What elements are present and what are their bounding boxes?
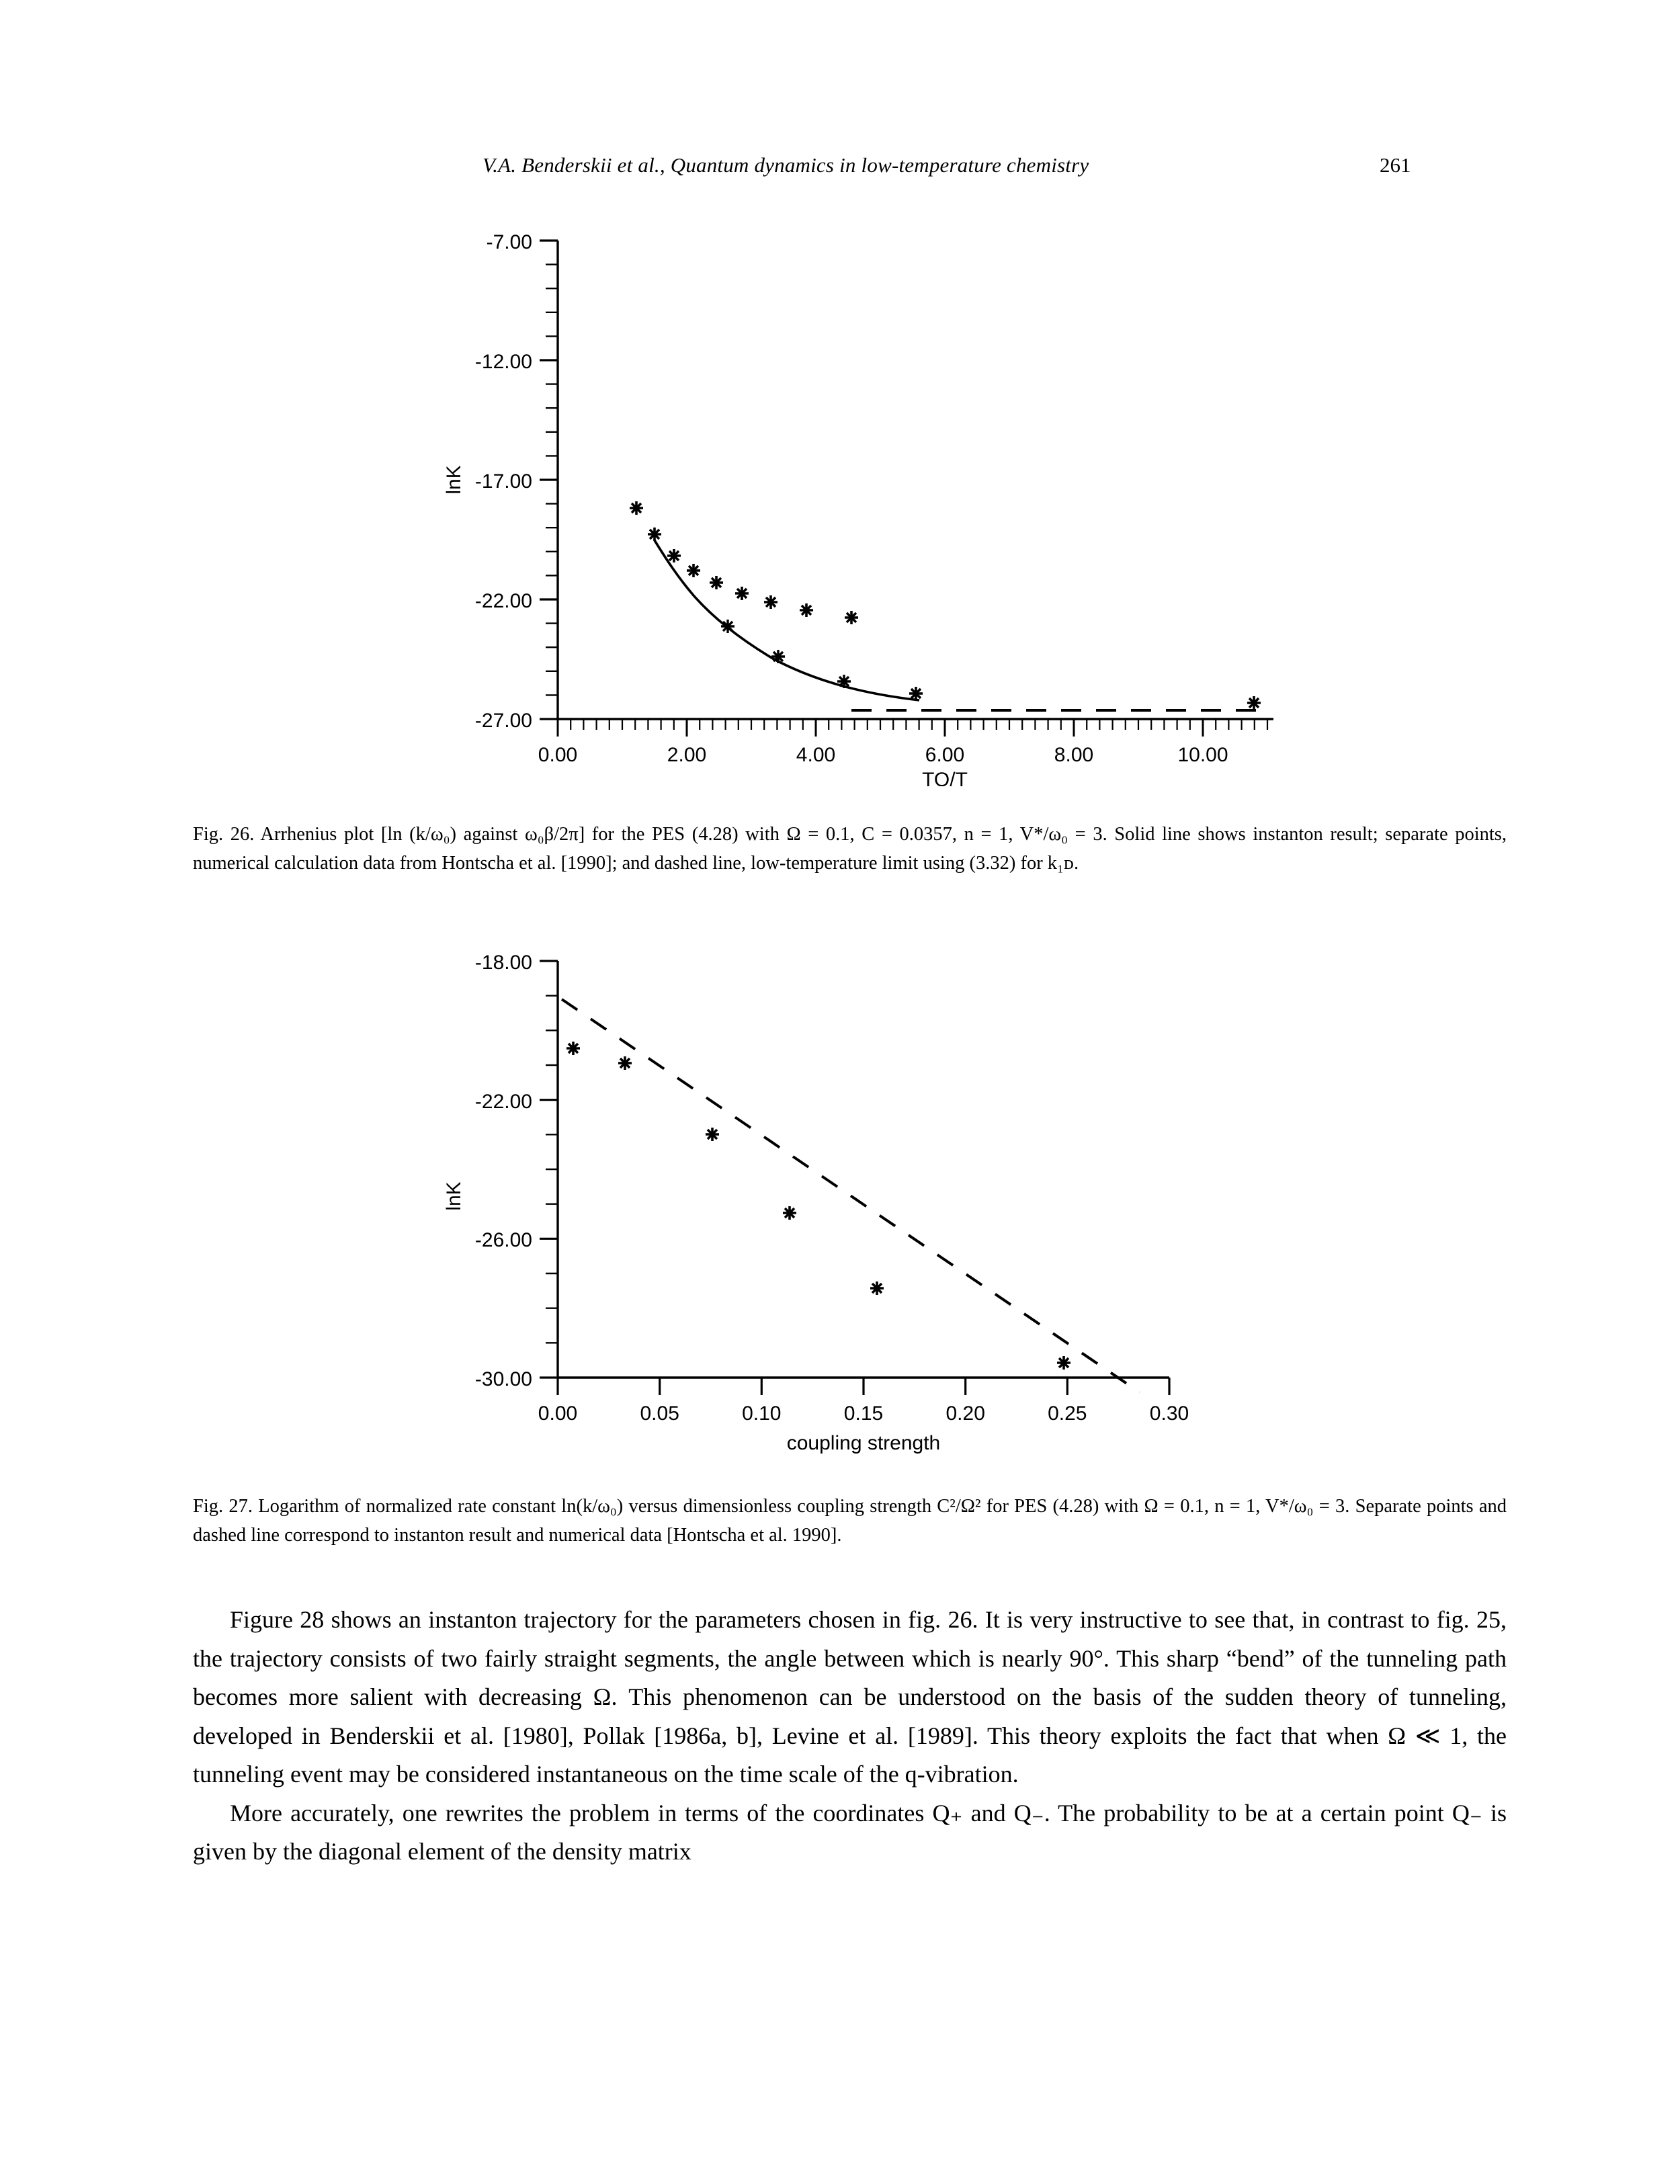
- figure-26-caption-line3: (3.32) for k₁ᴅ.: [969, 853, 1079, 874]
- x-tick-label: 0.10: [742, 1402, 781, 1425]
- numerical-data-dashed-line: [560, 998, 1141, 1394]
- data-point: [845, 611, 858, 624]
- body-paragraph-1: Figure 28 shows an instanton trajectory …: [193, 1601, 1507, 1794]
- body-line: developed in Benderskii et al. [1980], P…: [193, 1722, 1187, 1749]
- x-tick-label: 8.00: [1054, 744, 1093, 766]
- data-point: [706, 1128, 719, 1141]
- data-point: [1057, 1356, 1070, 1370]
- data-point: [687, 564, 700, 577]
- data-point: [630, 501, 643, 515]
- x-tick-label: 2.00: [667, 744, 706, 766]
- x-minor-ticks: [570, 719, 1269, 730]
- body-text: Figure 28 shows an instanton trajectory …: [193, 1601, 1507, 1872]
- x-tick-labels: 0.00 0.05 0.10 0.15 0.20 0.25 0.30: [538, 1402, 1189, 1425]
- figure-27-caption-label: Fig. 27.: [193, 1496, 253, 1517]
- data-point: [800, 603, 813, 617]
- y-tick-label: -17.00: [475, 470, 532, 493]
- data-points: [630, 501, 1261, 710]
- body-line: the q-vibration.: [869, 1761, 1019, 1788]
- y-tick-labels: -7.00 -12.00 -17.00 -22.00 -27.00: [475, 231, 532, 732]
- x-axis-title: coupling strength: [787, 1432, 941, 1454]
- data-point: [710, 576, 723, 589]
- data-point: [783, 1206, 796, 1220]
- x-axis-title: TO/T: [922, 769, 968, 786]
- body-line: decreasing Ω. This phenomenon can be und…: [478, 1683, 1507, 1710]
- x-tick-label: 0.00: [538, 744, 577, 766]
- y-minor-ticks: [546, 995, 558, 1344]
- data-point: [870, 1282, 884, 1295]
- y-tick-label: -18.00: [475, 952, 532, 974]
- body-line: Figure 28 shows an instanton trajectory …: [230, 1606, 1182, 1633]
- x-tick-label: 0.30: [1150, 1402, 1189, 1425]
- data-point: [837, 675, 851, 688]
- figure-27-plot: -18.00 -22.00 -26.00 -30.00 0.00 0.05 0.…: [443, 952, 1189, 1454]
- figure-26-caption-label: Fig. 26.: [193, 824, 255, 845]
- x-tick-label: 0.05: [640, 1402, 679, 1425]
- figure-26-plot: -7.00 -12.00 -17.00 -22.00 -27.00 0.00 2…: [443, 231, 1273, 786]
- data-point: [667, 549, 681, 562]
- figure-26-caption: Fig. 26. Arrhenius plot [ln (k/ω₀) again…: [193, 820, 1507, 878]
- body-line: More accurately, one rewrites the proble…: [230, 1799, 1096, 1826]
- body-paragraph-2: More accurately, one rewrites the proble…: [193, 1794, 1507, 1872]
- x-tick-label: 0.00: [538, 1402, 577, 1425]
- y-tick-label: -22.00: [475, 1091, 532, 1113]
- y-axis-title: lnK: [443, 465, 465, 494]
- x-tick-label: 0.20: [946, 1402, 985, 1425]
- x-tick-label: 0.25: [1048, 1402, 1087, 1425]
- data-point: [721, 620, 734, 633]
- y-tick-label: -26.00: [475, 1229, 532, 1251]
- page-number: 261: [1380, 153, 1411, 177]
- data-point: [909, 687, 923, 700]
- data-point: [648, 528, 661, 541]
- y-tick-label: -27.00: [475, 710, 532, 732]
- figure-26: -7.00 -12.00 -17.00 -22.00 -27.00 0.00 2…: [376, 222, 1317, 786]
- data-point: [764, 595, 778, 609]
- y-tick-label: -30.00: [475, 1368, 532, 1390]
- y-tick-labels: -18.00 -22.00 -26.00 -30.00: [475, 952, 532, 1390]
- x-tick-label: 4.00: [796, 744, 835, 766]
- x-major-ticks: [556, 1378, 1171, 1395]
- data-point: [618, 1056, 632, 1070]
- document-page: V.A. Benderskii et al., Quantum dynamics…: [0, 0, 1680, 2184]
- y-axis-title: lnK: [443, 1181, 465, 1210]
- data-point: [566, 1042, 580, 1055]
- running-head-title: V.A. Benderskii et al., Quantum dynamics…: [482, 153, 1089, 177]
- data-point: [735, 587, 749, 600]
- running-head: V.A. Benderskii et al., Quantum dynamics…: [0, 153, 1680, 184]
- x-tick-label: 10.00: [1177, 744, 1228, 766]
- y-tick-label: -22.00: [475, 590, 532, 612]
- figure-27-caption: Fig. 27. Logarithm of normalized rate co…: [193, 1492, 1507, 1550]
- x-tick-label: 0.15: [844, 1402, 883, 1425]
- y-tick-label: -12.00: [475, 351, 532, 373]
- curve-markers: [721, 620, 851, 688]
- data-points: [566, 1042, 1070, 1370]
- x-tick-labels: 0.00 2.00 4.00 6.00 8.00 10.00: [538, 744, 1228, 766]
- figure-27-caption-line1: Logarithm of normalized rate constant ln…: [258, 1496, 1209, 1517]
- figure-26-caption-line1: Arrhenius plot [ln (k/ω₀) against ω₀β/2π…: [260, 824, 1246, 845]
- data-point: [771, 650, 785, 663]
- figure-27: -18.00 -22.00 -26.00 -30.00 0.00 0.05 0.…: [376, 941, 1317, 1472]
- data-point: [1247, 696, 1261, 710]
- x-tick-label: 6.00: [925, 744, 964, 766]
- y-tick-label: -7.00: [487, 231, 532, 253]
